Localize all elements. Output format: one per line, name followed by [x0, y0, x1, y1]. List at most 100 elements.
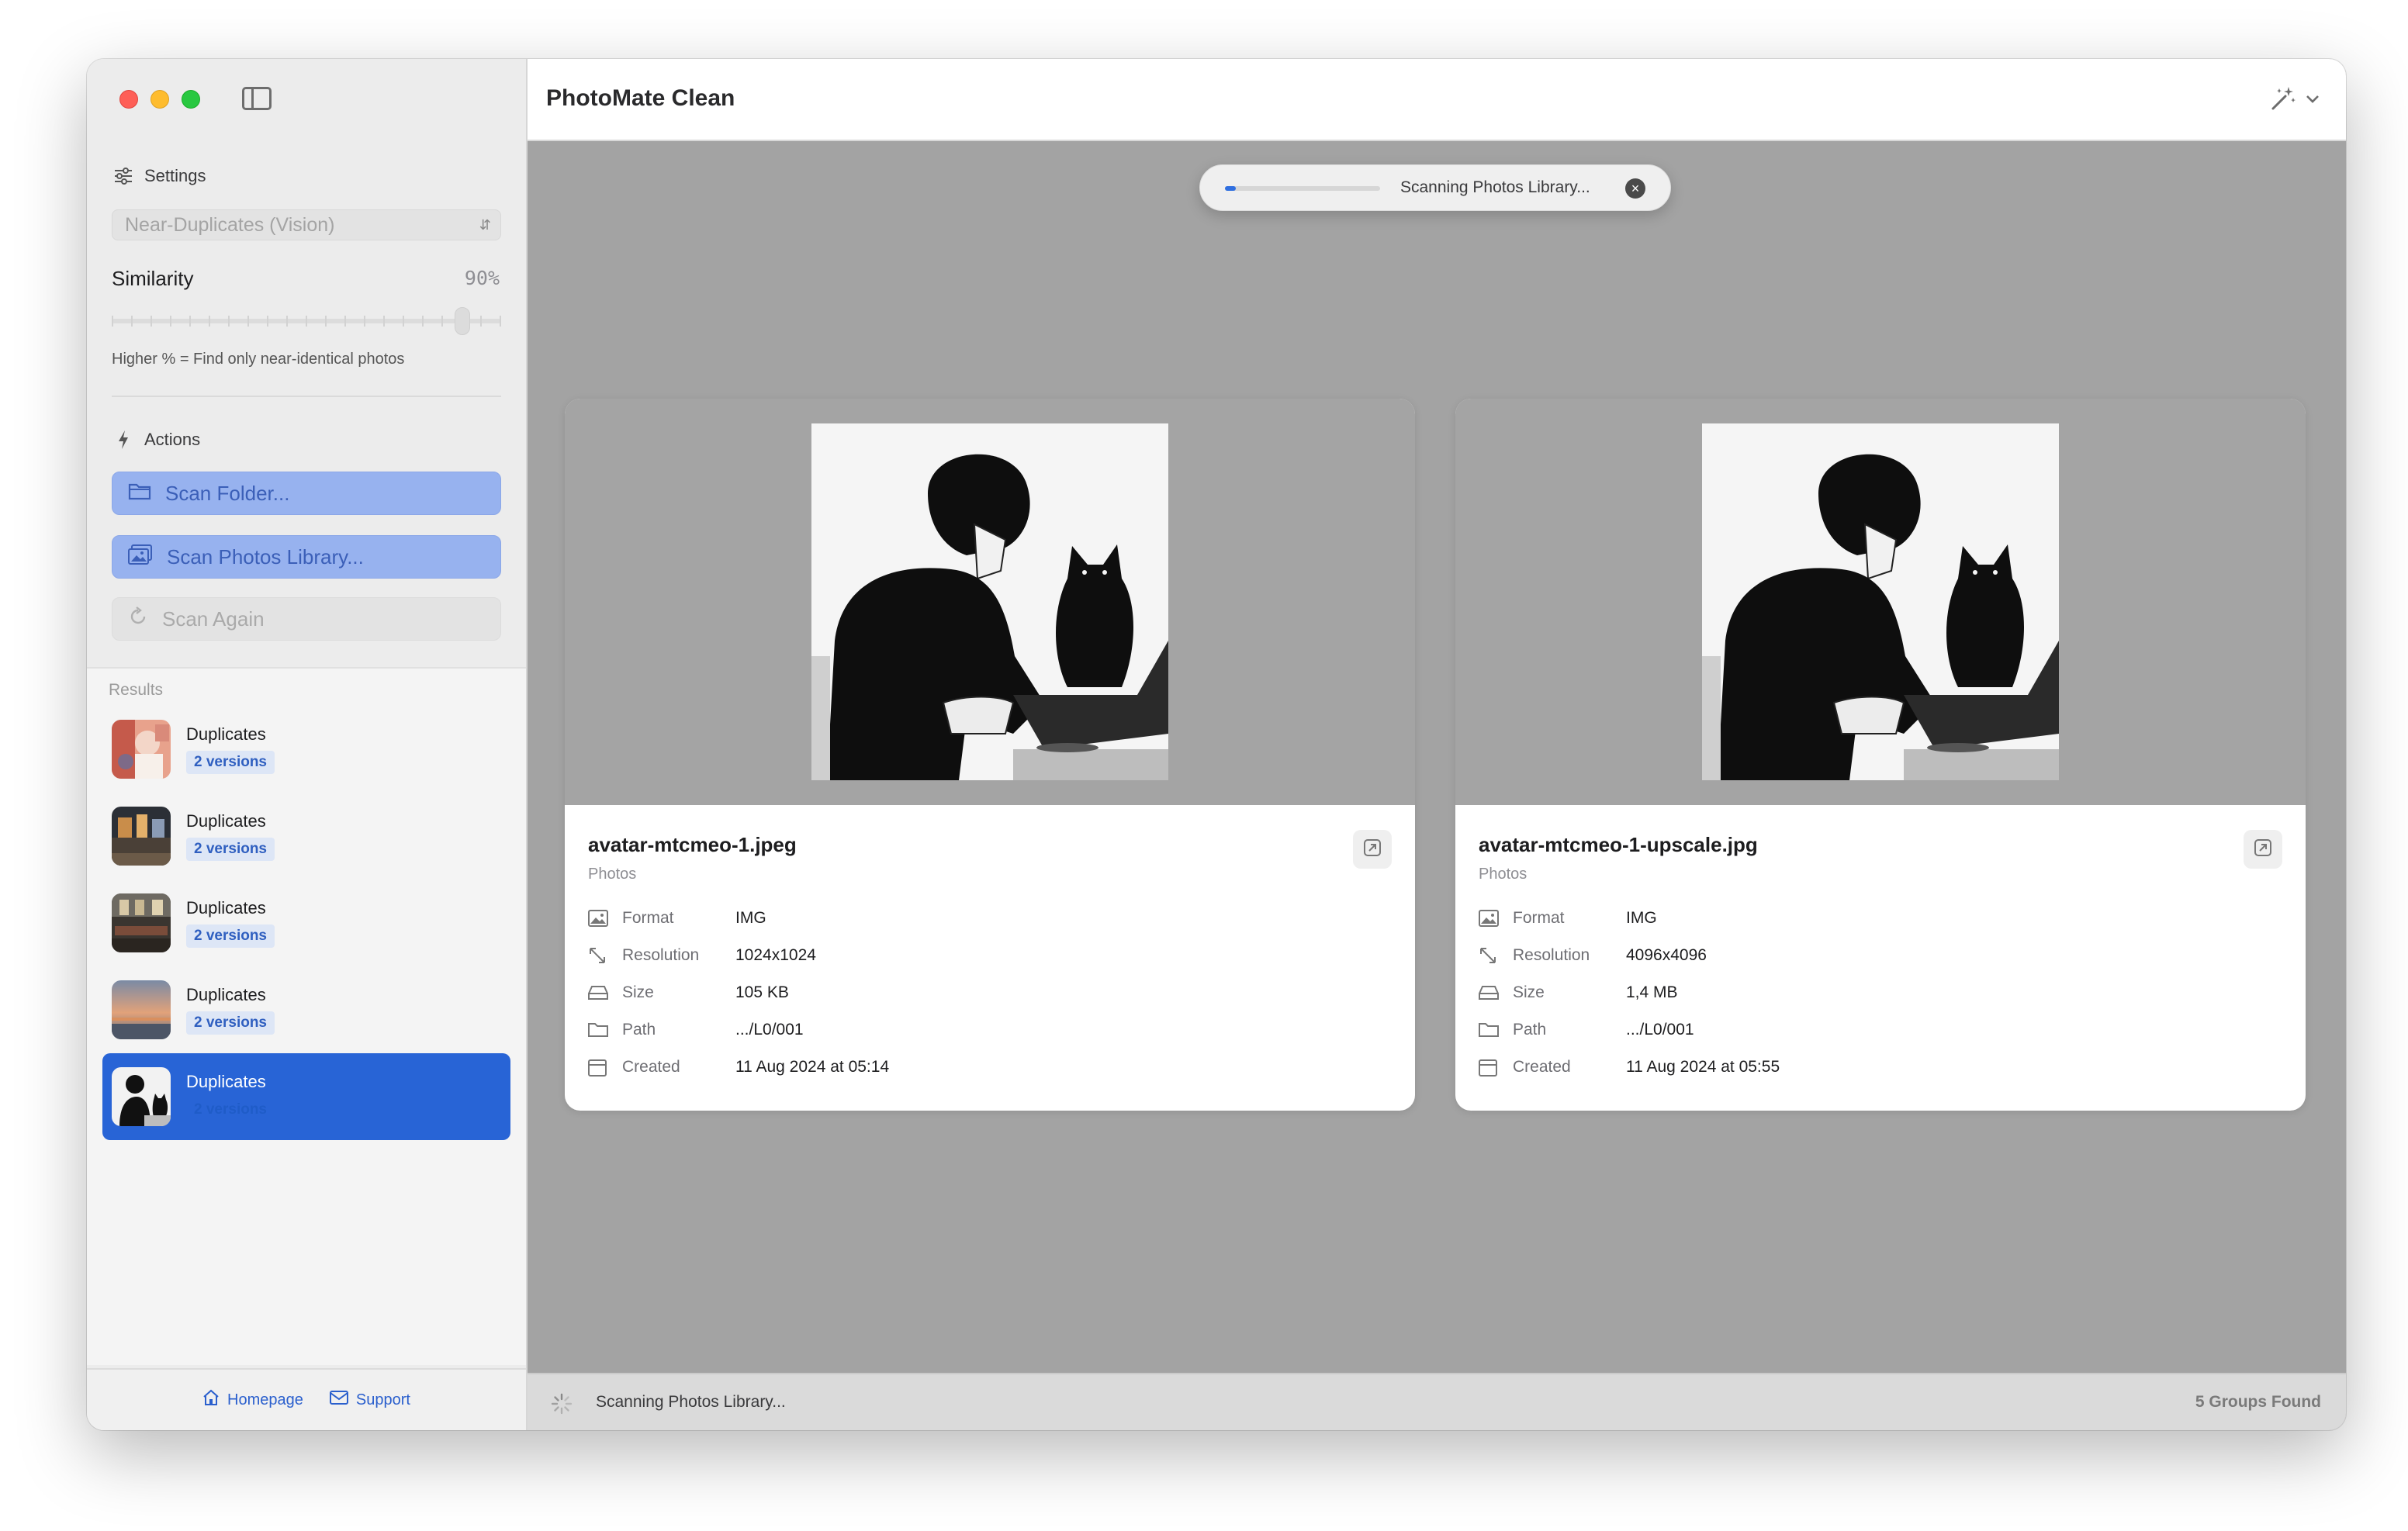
meta-key: Resolution — [622, 946, 700, 964]
app-title: PhotoMate Clean — [546, 85, 735, 111]
minimize-window-button[interactable] — [150, 90, 169, 109]
result-version-badge: 2 versions — [194, 1101, 267, 1118]
meta-size: Size 1,4 MB — [1479, 977, 1678, 1008]
cancel-scan-icon[interactable]: × — [1625, 178, 1645, 199]
meta-format: Format IMG — [1479, 903, 1657, 934]
disk-icon — [1479, 985, 1513, 1001]
resize-arrows-icon — [588, 946, 622, 965]
meta-key: Created — [1513, 1058, 1571, 1076]
meta-format: Format IMG — [588, 903, 766, 934]
result-thumbnail — [112, 807, 171, 866]
homepage-link[interactable]: Homepage — [202, 1389, 303, 1411]
status-bar: Scanning Photos Library... 5 Groups Foun… — [528, 1373, 2346, 1430]
slider-tick — [344, 316, 346, 327]
photo-file-name: avatar-mtcmeo-1-upscale.jpg — [1479, 833, 1758, 856]
meta-value: 1024x1024 — [735, 946, 816, 964]
photo-card-2[interactable]: avatar-mtcmeo-1-upscale.jpg Photos Forma… — [1455, 399, 2306, 1111]
scan-folder-button[interactable]: Scan Folder... — [112, 472, 501, 515]
photo-preview — [811, 423, 1168, 780]
similarity-slider[interactable] — [112, 304, 501, 338]
slider-tick — [403, 316, 404, 327]
result-title: Duplicates — [186, 1072, 266, 1091]
meta-value: 11 Aug 2024 at 05:14 — [735, 1058, 890, 1076]
slider-tick — [364, 316, 365, 327]
reveal-in-finder-button[interactable] — [1353, 830, 1392, 869]
scan-progress-fill — [1225, 186, 1236, 191]
meta-size: Size 105 KB — [588, 977, 789, 1008]
slider-tick — [131, 316, 133, 327]
bolt-icon — [113, 430, 133, 450]
actions-heading-label: Actions — [144, 430, 201, 449]
slider-tick — [209, 316, 210, 327]
disk-icon — [588, 985, 622, 1001]
meta-value: 4096x4096 — [1626, 946, 1707, 964]
main-content: PhotoMate Clean Scanning Photos Library.… — [528, 59, 2346, 1430]
chevron-updown-icon: ⇵ — [479, 217, 491, 233]
slider-tick — [228, 316, 230, 327]
result-title: Duplicates — [186, 811, 266, 831]
status-text: Scanning Photos Library... — [596, 1393, 786, 1411]
slider-tick — [170, 316, 171, 327]
meta-key: Size — [622, 983, 654, 1001]
scan-photos-library-label: Scan Photos Library... — [167, 544, 364, 569]
calendar-icon — [1479, 1058, 1513, 1077]
result-item-4[interactable]: Duplicates 2 versions — [102, 966, 510, 1053]
result-item-2[interactable]: Duplicates 2 versions — [102, 793, 510, 880]
slider-tick — [500, 316, 501, 327]
meta-path: Path .../L0/001 — [1479, 1014, 1694, 1045]
support-label: Support — [355, 1391, 410, 1408]
reveal-in-finder-button[interactable] — [2244, 830, 2282, 869]
folder-icon — [588, 1022, 622, 1038]
scan-again-label: Scan Again — [162, 607, 265, 631]
meta-value: 1,4 MB — [1626, 983, 1678, 1001]
result-thumbnail — [112, 720, 171, 779]
close-window-button[interactable] — [119, 90, 138, 109]
photo-card-1[interactable]: avatar-mtcmeo-1.jpeg Photos Format IMG R… — [565, 399, 1415, 1111]
homepage-label: Homepage — [227, 1391, 303, 1408]
slider-tick — [480, 316, 482, 327]
spinner-icon — [551, 1393, 573, 1419]
support-link[interactable]: Support — [329, 1391, 410, 1409]
section-divider — [112, 396, 501, 397]
result-version-badge: 2 versions — [186, 838, 275, 861]
zoom-window-button[interactable] — [182, 90, 200, 109]
scan-progress-text: Scanning Photos Library... — [1400, 178, 1590, 196]
house-icon — [202, 1389, 220, 1411]
photo-preview-area — [565, 399, 1415, 805]
result-item-1[interactable]: Duplicates 2 versions — [102, 706, 510, 793]
scan-folder-label: Scan Folder... — [165, 481, 290, 505]
resize-arrows-icon — [1479, 946, 1513, 965]
result-item-5[interactable]: Duplicates 2 versions — [102, 1053, 510, 1140]
slider-ticks — [112, 316, 501, 327]
slider-tick — [267, 316, 268, 327]
meta-key: Path — [1513, 1021, 1547, 1039]
meta-value: 11 Aug 2024 at 05:55 — [1626, 1058, 1780, 1076]
result-item-3[interactable]: Duplicates 2 versions — [102, 880, 510, 966]
scan-photos-library-button[interactable]: Scan Photos Library... — [112, 535, 501, 579]
window-controls — [119, 90, 200, 109]
meta-created: Created 11 Aug 2024 at 05:14 — [588, 1052, 889, 1083]
folder-icon — [1479, 1022, 1513, 1038]
slider-knob[interactable] — [454, 307, 470, 335]
slider-tick — [189, 316, 191, 327]
result-title: Duplicates — [186, 724, 266, 744]
slider-tick — [441, 316, 443, 327]
meta-key: Path — [622, 1021, 656, 1039]
photo-source: Photos — [588, 866, 637, 883]
magic-menu-button[interactable] — [2270, 85, 2320, 116]
meta-key: Resolution — [1513, 946, 1590, 964]
similarity-value: 90% — [464, 267, 500, 289]
photo-source: Photos — [1479, 866, 1527, 883]
results-panel: Results Duplicates 2 versions Duplicates… — [87, 667, 526, 1365]
meta-value: IMG — [1626, 909, 1657, 927]
meta-key: Created — [622, 1058, 680, 1076]
meta-resolution: Resolution 1024x1024 — [588, 940, 816, 971]
sidebar-footer: Homepage Support — [87, 1368, 526, 1430]
mode-select[interactable]: Near-Duplicates (Vision) ⇵ — [112, 209, 501, 240]
external-link-icon — [1363, 838, 1382, 861]
calendar-icon — [588, 1058, 622, 1077]
slider-tick — [112, 316, 113, 327]
scan-again-button[interactable]: Scan Again — [112, 597, 501, 641]
sidebar-toggle-icon[interactable] — [242, 87, 272, 110]
slider-tick — [306, 316, 307, 327]
